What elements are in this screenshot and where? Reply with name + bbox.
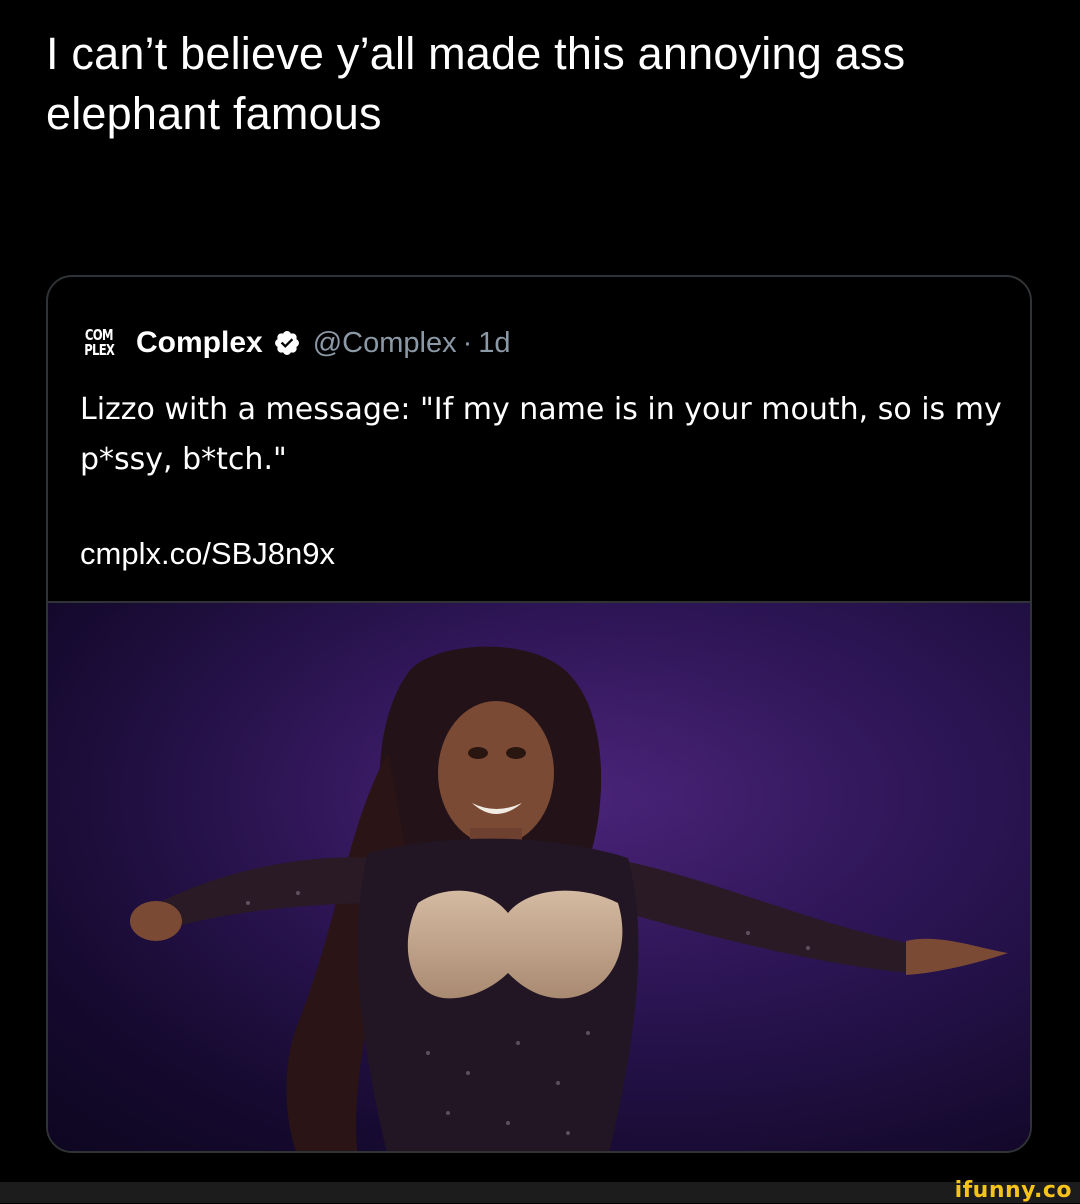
tweet-text: I can’t believe y’all made this annoying… [46, 28, 906, 139]
quoted-tweet-photo[interactable] [48, 601, 1030, 1151]
quoted-tweet-card[interactable]: COM PLEX Complex @Complex · 1d Lizzo wit… [46, 275, 1032, 1153]
verified-badge-icon [273, 329, 301, 357]
timestamp[interactable]: 1d [478, 327, 510, 360]
handle[interactable]: @Complex [313, 327, 457, 360]
quoted-tweet-text: Lizzo with a message: "If my name is in … [80, 392, 1002, 477]
performer-photo-illustration [48, 603, 1030, 1151]
quoted-tweet-header: COM PLEX Complex @Complex · 1d [80, 321, 511, 365]
watermark-bar: ifunny.co [0, 1178, 1080, 1203]
separator-dot: · [462, 326, 473, 359]
display-name[interactable]: Complex [136, 326, 263, 360]
ifunny-watermark: ifunny.co [954, 1178, 1072, 1203]
quoted-tweet-link[interactable]: cmplx.co/SBJ8n9x [80, 529, 335, 579]
complex-avatar[interactable]: COM PLEX [80, 324, 118, 362]
avatar-logo-line-2: PLEX [84, 341, 115, 359]
